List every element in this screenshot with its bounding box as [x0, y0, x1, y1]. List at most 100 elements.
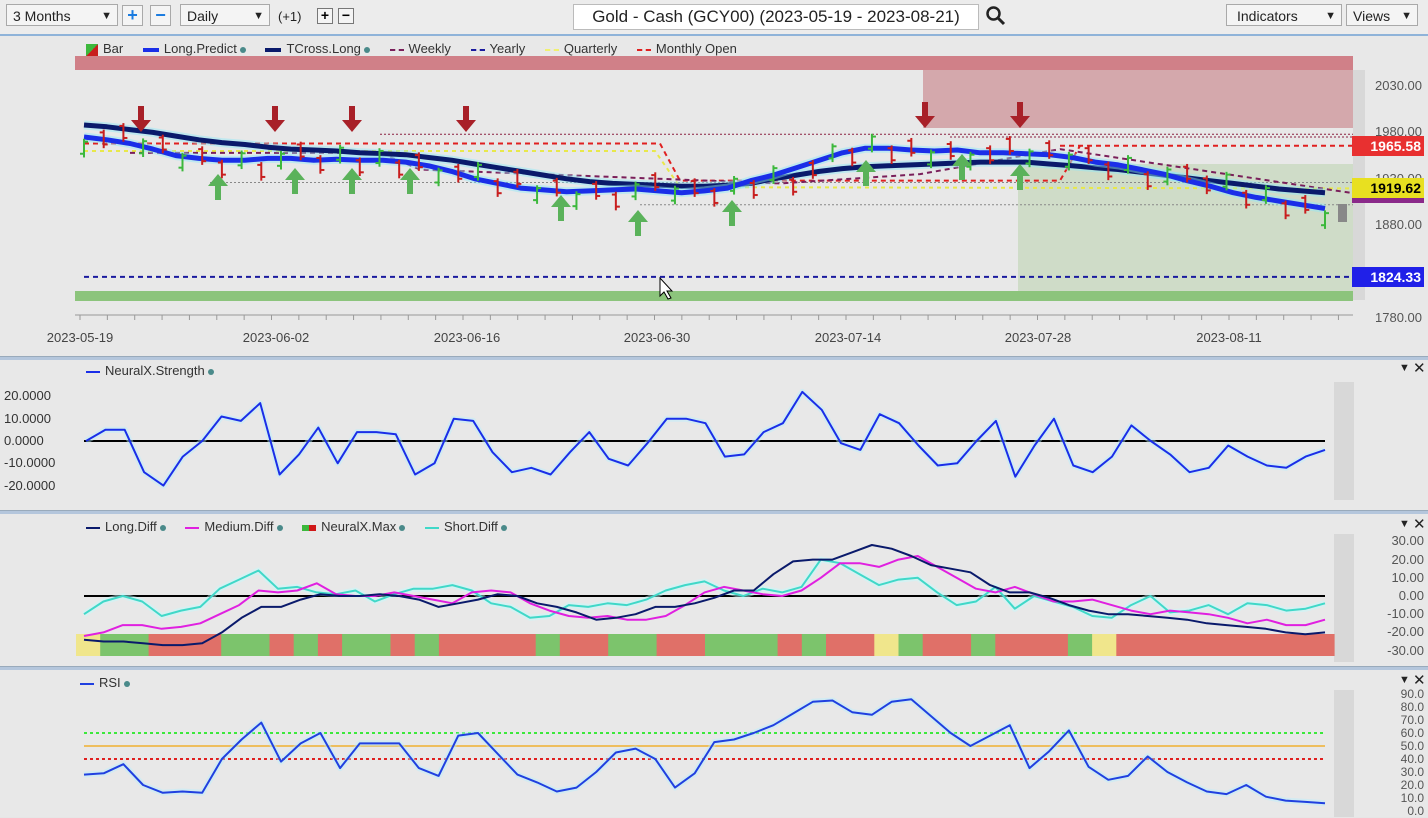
legend-neuralx-max[interactable]: NeuralX.Max — [302, 519, 406, 534]
legend-tcross-long[interactable]: TCross.Long — [265, 41, 370, 56]
offset-decrease-button[interactable]: − — [338, 8, 354, 24]
rsi-chart[interactable] — [0, 670, 1428, 817]
line-swatch-icon — [86, 370, 100, 373]
legend-short-diff[interactable]: Short.Diff — [424, 519, 507, 534]
rsi-line-glow — [83, 696, 1326, 807]
buy-arrow-head-icon — [285, 168, 305, 180]
y-tick-label: 60.0 — [1400, 726, 1424, 740]
y-tick-label: -20.0000 — [4, 477, 56, 493]
neuralx-max-block — [76, 634, 101, 656]
buy-arrow-icon — [292, 180, 298, 194]
legend-neuralx-strength[interactable]: NeuralX.Strength — [86, 363, 214, 378]
line-swatch-icon — [86, 526, 100, 529]
close-panel-icon[interactable]: ✕ — [1413, 359, 1426, 377]
settings-dot-icon — [399, 524, 406, 531]
resistance-band — [75, 56, 1353, 70]
neuralx-max-block — [826, 634, 851, 656]
y-tick-label: -30.00 — [1387, 642, 1424, 658]
y-tick-label: 1780.00 — [1375, 310, 1422, 325]
sell-arrow-icon — [922, 102, 928, 118]
y-tick-label: 0.0000 — [4, 433, 44, 448]
panel-menu-icon[interactable]: ▼ — [1399, 674, 1410, 686]
settings-dot-icon — [159, 524, 166, 531]
neuralx-max-block — [946, 634, 972, 656]
dash-swatch-icon — [636, 48, 651, 51]
interval-select[interactable]: Daily ▼ — [180, 4, 270, 26]
settings-dot-icon — [363, 46, 370, 53]
views-dropdown[interactable]: Views ▼ — [1346, 4, 1418, 26]
neuralx-max-block — [801, 634, 827, 656]
neuralx-max-block — [100, 634, 125, 656]
symbol-title-input[interactable]: Gold - Cash (GCY00) (2023-05-19 - 2023-0… — [573, 4, 979, 30]
neuralx-max-block — [1237, 634, 1262, 656]
plus-icon: + — [320, 7, 330, 23]
dash-swatch-icon — [389, 48, 404, 51]
sell-arrow-head-icon — [456, 120, 476, 132]
neuralx-max-block — [511, 634, 537, 656]
legend-long-diff[interactable]: Long.Diff — [86, 519, 166, 534]
y-tick-label: 10.0 — [1400, 791, 1424, 805]
chevron-down-icon: ▼ — [1401, 10, 1412, 22]
support-band — [75, 291, 1353, 301]
minus-icon: − — [341, 7, 351, 23]
legend-weekly[interactable]: Weekly — [389, 41, 451, 56]
settings-dot-icon — [500, 524, 507, 531]
neuralx-max-block — [390, 634, 416, 656]
line-swatch-icon — [185, 526, 200, 529]
legend-bar[interactable]: Bar — [86, 41, 123, 56]
search-icon[interactable] — [985, 5, 1007, 32]
max-swatch-icon — [302, 524, 317, 531]
neuralx-max-block — [342, 634, 367, 656]
rsi-line — [83, 698, 1326, 805]
x-tick-label: 2023-07-28 — [1004, 330, 1072, 345]
zoom-out-button[interactable]: − — [150, 5, 171, 26]
legend-quarterly[interactable]: Quarterly — [544, 41, 617, 56]
legend-rsi[interactable]: RSI — [80, 675, 130, 690]
price-chart[interactable] — [0, 36, 1428, 356]
neuralx-max-block — [874, 634, 900, 656]
strength-chart[interactable] — [0, 360, 1428, 510]
neuralx-max-block — [535, 634, 561, 656]
neuralx-max-block — [1067, 634, 1093, 656]
y-tick-label: 90.0 — [1400, 687, 1424, 701]
close-panel-icon[interactable]: ✕ — [1413, 515, 1426, 533]
x-tick-label: 2023-08-11 — [1196, 330, 1262, 345]
plus-icon: + — [127, 5, 138, 25]
neuralx-max-block — [753, 634, 779, 656]
legend-yearly[interactable]: Yearly — [470, 41, 525, 56]
neuralx-max-block — [1092, 634, 1117, 656]
zoom-in-button[interactable]: + — [122, 5, 143, 26]
neuralx-max-block — [1116, 634, 1142, 656]
neuralx-max-block — [995, 634, 1021, 656]
indicators-dropdown[interactable]: Indicators ▼ — [1226, 4, 1342, 26]
neuralx-max-block — [898, 634, 924, 656]
buy-arrow-icon — [407, 180, 413, 194]
y-tick-label: 1880.00 — [1375, 217, 1422, 233]
legend-long-predict[interactable]: Long.Predict — [142, 41, 246, 56]
panel-menu-icon[interactable]: ▼ — [1399, 362, 1410, 374]
neuralx-max-block — [197, 634, 222, 656]
neuralx-max-block — [608, 634, 633, 656]
legend-medium-diff[interactable]: Medium.Diff — [185, 519, 283, 534]
period-value: 3 Months — [13, 8, 71, 24]
buy-arrow-head-icon — [551, 195, 571, 207]
period-select[interactable]: 3 Months ▼ — [6, 4, 118, 26]
offset-increase-button[interactable]: + — [317, 8, 333, 24]
y-tick-label: 0.00 — [1398, 588, 1424, 603]
legend-monthly-open[interactable]: Monthly Open — [636, 41, 737, 56]
neuralx-max-block — [1261, 634, 1287, 656]
neuralx-max-block — [124, 634, 150, 656]
neuralx-max-block — [269, 634, 295, 656]
bar-icon — [86, 43, 98, 56]
chevron-down-icon: ▼ — [253, 10, 264, 22]
buy-arrow-icon — [1017, 176, 1023, 190]
x-tick-label: 2023-06-30 — [623, 330, 691, 345]
diff-chart[interactable] — [0, 514, 1428, 666]
y-tick-label: -20.00 — [1387, 624, 1424, 640]
neuralx-max-block — [584, 634, 609, 656]
interval-value: Daily — [187, 8, 219, 24]
buy-arrow-icon — [863, 172, 869, 186]
x-tick-label: 2023-07-14 — [814, 330, 882, 345]
panel-menu-icon[interactable]: ▼ — [1399, 518, 1410, 530]
y-tick-label: 70.0 — [1400, 713, 1424, 727]
